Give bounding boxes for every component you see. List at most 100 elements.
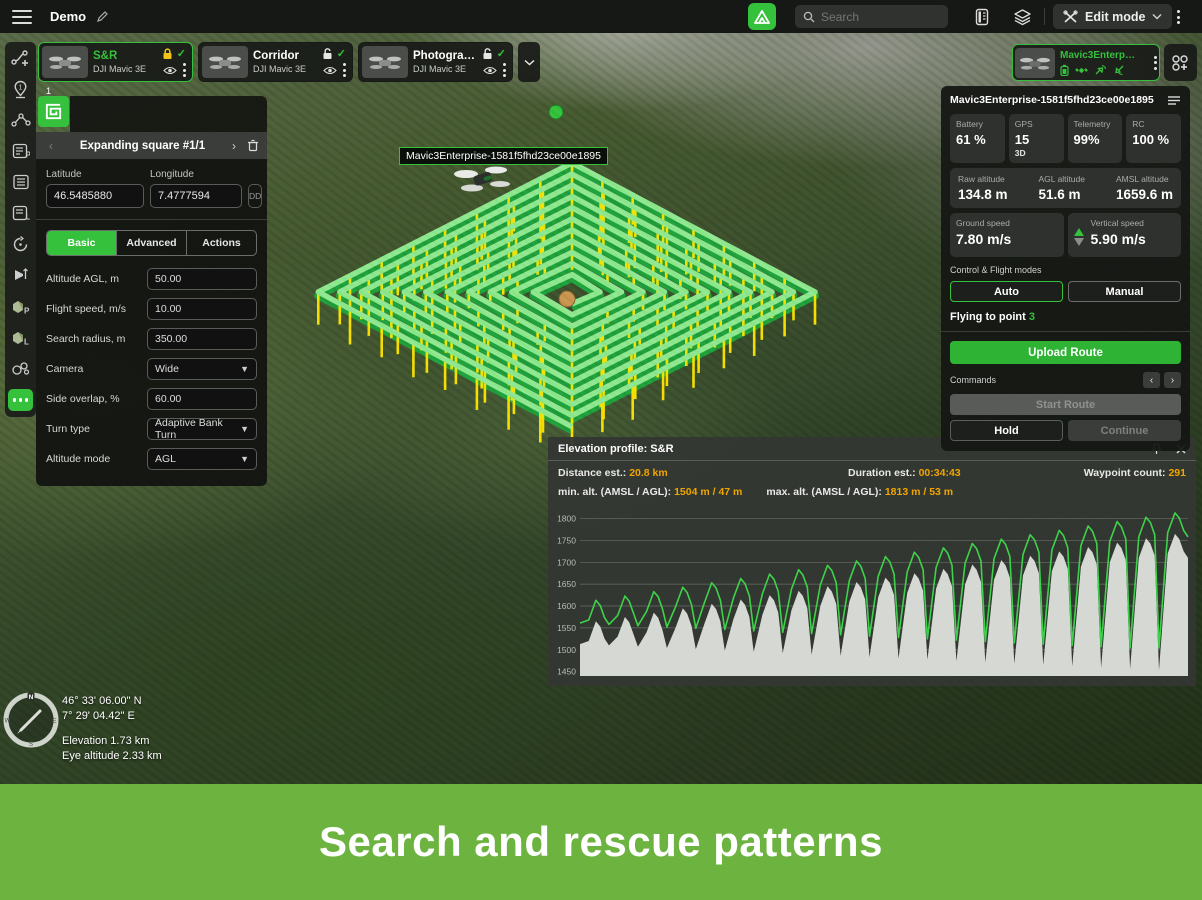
- field-row: Side overlap, % 60.00: [46, 388, 257, 410]
- route-menu-icon[interactable]: [343, 63, 346, 77]
- route-drone-type: DJI Mavic 3E: [413, 64, 477, 74]
- commands-next-button[interactable]: ›: [1164, 372, 1181, 388]
- camera-coordinates: 46° 33' 06.00" N 7° 29' 04.42" E Elevati…: [62, 694, 162, 763]
- segment-number: 1: [46, 86, 51, 96]
- area-scan-p-tool-icon[interactable]: P: [10, 141, 32, 161]
- search-radius-input[interactable]: 350.00: [147, 328, 257, 350]
- next-segment-button[interactable]: ›: [227, 139, 241, 153]
- path-tool-icon[interactable]: [10, 110, 32, 130]
- min-alt-label: min. alt. (AMSL / AGL):: [558, 486, 674, 498]
- camera-select[interactable]: Wide▼: [147, 358, 257, 380]
- route-tabs-collapse-button[interactable]: [518, 42, 540, 82]
- tab-advanced[interactable]: Advanced: [116, 231, 186, 255]
- svg-text:1650: 1650: [557, 579, 576, 589]
- hold-button[interactable]: Hold: [950, 420, 1063, 441]
- search-pattern-tool-icon[interactable]: [10, 358, 32, 378]
- field-row: Altitude AGL, m 50.00: [46, 268, 257, 290]
- visibility-eye-icon[interactable]: [483, 66, 497, 75]
- waypoint-tool-icon[interactable]: 1: [10, 79, 32, 99]
- expanding-square-segment-button[interactable]: [38, 96, 69, 127]
- segment-title: Expanding square #1/1: [64, 140, 221, 152]
- main-menu-icon[interactable]: [12, 10, 32, 24]
- topbar-more-menu[interactable]: [1166, 5, 1190, 29]
- svg-text:1800: 1800: [557, 514, 576, 524]
- area-scan-l-tool-icon[interactable]: L: [10, 203, 32, 223]
- layers-icon[interactable]: [1010, 5, 1034, 29]
- corridor-tool-icon[interactable]: [10, 172, 32, 192]
- connected-drone-card[interactable]: Mavic3Enterprise...: [1012, 44, 1160, 81]
- start-route-button[interactable]: Start Route: [950, 394, 1181, 415]
- edit-title-icon[interactable]: [96, 10, 109, 23]
- search-input[interactable]: [821, 10, 931, 24]
- lidar-area-tool-icon[interactable]: L: [10, 327, 32, 347]
- segment-tabs: Basic Advanced Actions: [46, 230, 257, 256]
- continue-button[interactable]: Continue: [1068, 420, 1181, 441]
- drone-menu-icon[interactable]: [1154, 56, 1157, 70]
- auto-mode-button[interactable]: Auto: [950, 281, 1063, 302]
- edit-mode-label: Edit mode: [1085, 10, 1145, 24]
- visibility-eye-icon[interactable]: [323, 66, 337, 75]
- distance-value: 20.8 km: [629, 467, 668, 479]
- svg-text:P: P: [25, 151, 30, 160]
- upload-route-button[interactable]: Upload Route: [950, 341, 1181, 364]
- circle-tool-icon[interactable]: [10, 234, 32, 254]
- commands-prev-button[interactable]: ‹: [1143, 372, 1160, 388]
- svg-text:1: 1: [19, 84, 23, 91]
- lock-open-icon[interactable]: [322, 48, 333, 60]
- add-route-icon[interactable]: [10, 48, 32, 68]
- coordinate-format-button[interactable]: DD: [248, 184, 262, 208]
- segment-settings-panel: ‹ Expanding square #1/1 › Latitude Longi…: [36, 96, 267, 486]
- route-name: Corridor: [253, 50, 317, 62]
- altitude-agl-input[interactable]: 50.00: [147, 268, 257, 290]
- route-tab-photogrammetry[interactable]: Photogramm... DJI Mavic 3E ✓: [358, 42, 513, 82]
- panel-top-spacer: [70, 96, 267, 132]
- manual-mode-button[interactable]: Manual: [1068, 281, 1181, 302]
- svg-text:1600: 1600: [557, 601, 576, 611]
- route-menu-icon[interactable]: [503, 63, 506, 77]
- route-menu-icon[interactable]: [183, 63, 186, 77]
- segment-header: ‹ Expanding square #1/1 ›: [36, 132, 267, 159]
- more-tools-button[interactable]: [8, 389, 33, 411]
- divider: [941, 331, 1190, 332]
- field-row: Search radius, m 350.00: [46, 328, 257, 350]
- prev-segment-button[interactable]: ‹: [44, 139, 58, 153]
- altitude-mode-select[interactable]: AGL▼: [147, 448, 257, 470]
- compass[interactable]: N E S W: [3, 692, 59, 753]
- search-box[interactable]: [795, 5, 948, 28]
- elevation-readout: Elevation 1.73 km: [62, 734, 162, 749]
- lock-closed-icon[interactable]: [162, 48, 173, 60]
- route-tab-sr[interactable]: S&R DJI Mavic 3E ✓: [38, 42, 193, 82]
- edit-mode-dropdown[interactable]: Edit mode: [1053, 4, 1172, 29]
- map-home-button[interactable]: [748, 3, 776, 30]
- tab-actions[interactable]: Actions: [186, 231, 256, 255]
- side-overlap-label: Side overlap, %: [46, 393, 147, 405]
- route-tab-corridor[interactable]: Corridor DJI Mavic 3E ✓: [198, 42, 353, 82]
- latitude-input[interactable]: [46, 184, 144, 208]
- camera-label: Camera: [46, 363, 147, 375]
- duration-value: 00:34:43: [919, 467, 961, 479]
- flight-status: Flying to point 3: [950, 311, 1181, 323]
- device-log-icon[interactable]: [970, 5, 994, 29]
- synced-check-icon: ✓: [177, 47, 186, 60]
- telemetry-title: Mavic3Enterprise-1581f5fhd23ce00e1895: [950, 94, 1167, 106]
- telemetry-options-icon[interactable]: [1167, 95, 1181, 106]
- drone-name: Mavic3Enterprise...: [1060, 50, 1138, 61]
- photogrammetry-tool-icon[interactable]: P: [10, 296, 32, 316]
- altitude-card: Raw altitude 134.8 m AGL altitude 51.6 m…: [950, 168, 1181, 208]
- visibility-eye-icon[interactable]: [163, 66, 177, 75]
- side-overlap-input[interactable]: 60.00: [147, 388, 257, 410]
- latitude-readout: 46° 33' 06.00" N: [62, 694, 162, 709]
- distance-label: Distance est.:: [558, 467, 629, 479]
- facade-tool-icon[interactable]: [10, 265, 32, 285]
- add-drone-button[interactable]: [1164, 44, 1197, 81]
- lock-open-icon[interactable]: [482, 48, 493, 60]
- flight-speed-input[interactable]: 10.00: [147, 298, 257, 320]
- svg-text:L: L: [24, 337, 29, 346]
- telemetry-panel: Mavic3Enterprise-1581f5fhd23ce00e1895 Ba…: [941, 86, 1190, 451]
- longitude-input[interactable]: [150, 184, 242, 208]
- svg-text:1700: 1700: [557, 557, 576, 567]
- telemetry-link-card: Telemetry 99%: [1068, 114, 1123, 163]
- tab-basic[interactable]: Basic: [47, 231, 116, 255]
- turn-type-select[interactable]: Adaptive Bank Turn▼: [147, 418, 257, 440]
- delete-segment-icon[interactable]: [247, 139, 259, 152]
